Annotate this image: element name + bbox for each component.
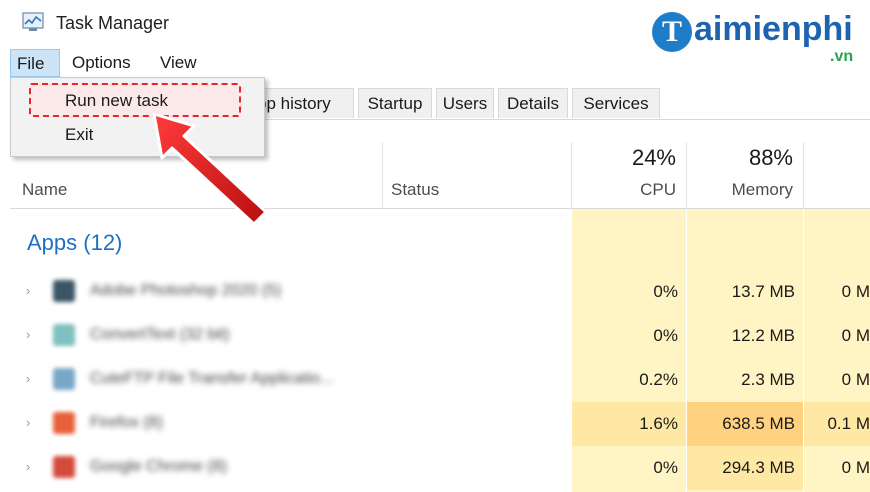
- column-separator: [571, 142, 572, 208]
- process-memory: 13.7 MB: [731, 282, 795, 301]
- window-title: Task Manager: [56, 13, 170, 33]
- menu-file[interactable]: File: [10, 49, 60, 77]
- convert-icon: [53, 324, 75, 346]
- apps-group-heading[interactable]: Apps (12): [27, 230, 122, 256]
- process-cpu: 1.6%: [639, 414, 678, 433]
- expand-chevron-icon[interactable]: ›: [26, 459, 30, 474]
- process-disk: 0.1 M: [827, 414, 870, 433]
- process-disk: 0 M: [841, 458, 870, 477]
- logo-brand: aimienphi: [694, 10, 853, 48]
- menu-item-exit[interactable]: Exit: [65, 125, 93, 145]
- tab-users[interactable]: Users: [436, 88, 494, 118]
- process-disk: 0 M: [841, 370, 870, 389]
- process-cpu: 0.2%: [639, 370, 678, 389]
- process-name: Firefox (8): [90, 414, 163, 431]
- process-cpu: 0%: [653, 282, 678, 301]
- menu-view[interactable]: View: [154, 49, 203, 77]
- process-disk: 0 M: [841, 282, 870, 301]
- process-memory: 2.3 MB: [741, 370, 795, 389]
- process-row[interactable]: › Firefox (8) 1.6% 638.5 MB 0.1 M: [0, 402, 870, 446]
- process-name: Google Chrome (8): [90, 458, 227, 475]
- logo-tld: .vn: [830, 48, 854, 65]
- chrome-icon: [53, 456, 75, 478]
- column-header-cpu[interactable]: CPU: [600, 180, 676, 200]
- process-memory: 12.2 MB: [731, 326, 795, 345]
- firefox-icon: [53, 412, 75, 434]
- logo-letter: T: [652, 12, 692, 52]
- expand-chevron-icon[interactable]: ›: [26, 283, 30, 298]
- process-row[interactable]: › ConvertText (32 bit) 0% 12.2 MB 0 M: [0, 314, 870, 358]
- process-cpu: 0%: [653, 326, 678, 345]
- tab-startup[interactable]: Startup: [358, 88, 432, 118]
- process-name: Adobe Photoshop 2020 (5): [90, 282, 282, 299]
- cpu-total-percent: 24%: [631, 145, 676, 170]
- tab-details[interactable]: Details: [498, 88, 568, 118]
- column-separator: [382, 142, 383, 208]
- menu-options[interactable]: Options: [66, 49, 137, 77]
- task-manager-icon: [22, 12, 44, 31]
- process-name: ConvertText (32 bit): [90, 326, 230, 343]
- process-row[interactable]: › Google Chrome (8) 0% 294.3 MB 0 M: [0, 446, 870, 490]
- process-row[interactable]: › Adobe Photoshop 2020 (5) 0% 13.7 MB 0 M: [0, 270, 870, 314]
- taimienphi-logo: T aimienphi .vn: [652, 10, 862, 70]
- process-name: CuteFTP File Transfer Applicatio...: [90, 370, 334, 387]
- expand-chevron-icon[interactable]: ›: [26, 371, 30, 386]
- expand-chevron-icon[interactable]: ›: [26, 415, 30, 430]
- ftp-icon: [53, 368, 75, 390]
- photoshop-icon: [53, 280, 75, 302]
- column-separator: [803, 142, 804, 208]
- column-separator: [686, 142, 687, 208]
- process-memory: 294.3 MB: [722, 458, 795, 477]
- column-header-memory[interactable]: Memory: [690, 180, 793, 200]
- process-disk: 0 M: [841, 326, 870, 345]
- column-header-name[interactable]: Name: [22, 180, 67, 200]
- process-memory: 638.5 MB: [722, 414, 795, 433]
- memory-total-percent: 88%: [748, 145, 793, 170]
- expand-chevron-icon[interactable]: ›: [26, 327, 30, 342]
- red-arrow-annotation: [152, 112, 268, 226]
- process-cpu: 0%: [653, 458, 678, 477]
- process-row[interactable]: › CuteFTP File Transfer Applicatio... 0.2%…: [0, 358, 870, 402]
- header-divider: [10, 208, 870, 209]
- column-header-status[interactable]: Status: [391, 180, 439, 200]
- tab-services[interactable]: Services: [572, 88, 660, 118]
